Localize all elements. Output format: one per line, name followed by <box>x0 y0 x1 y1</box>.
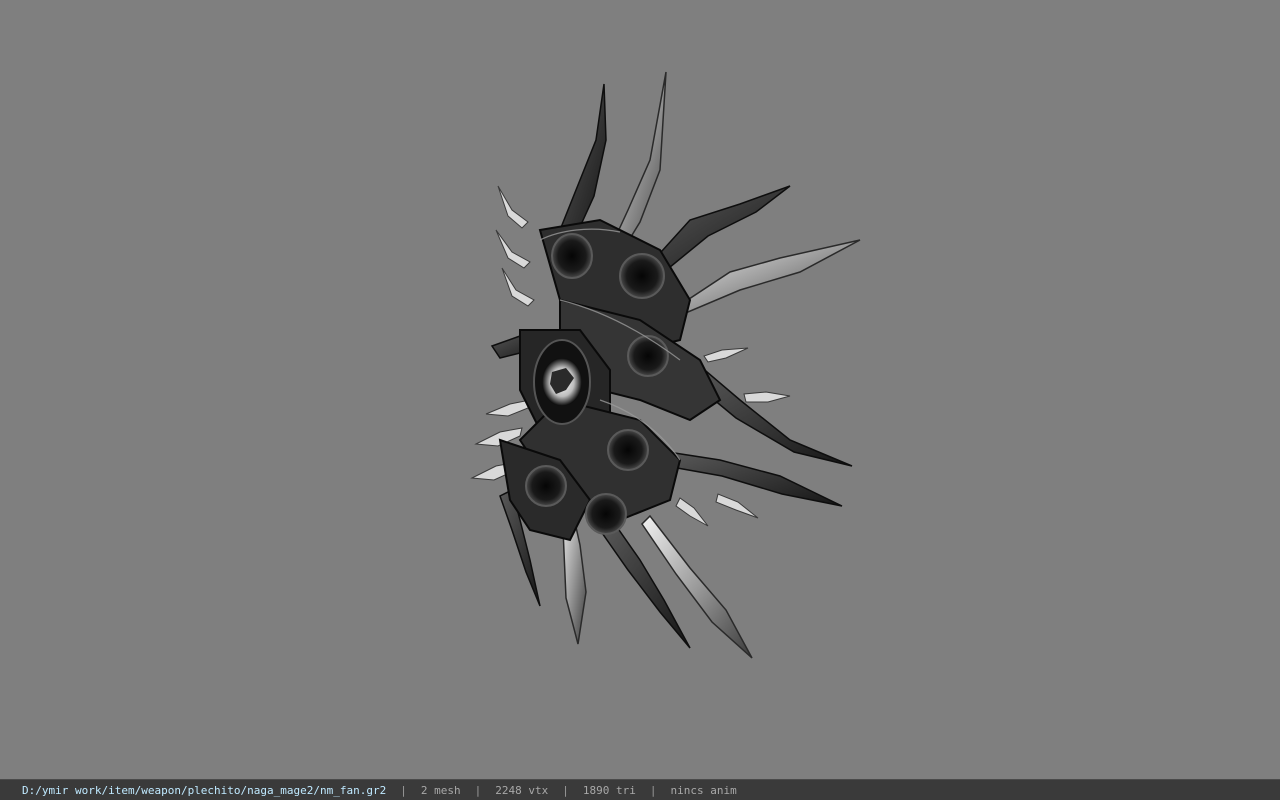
claw-4 <box>485 399 531 417</box>
separator: | <box>649 783 657 797</box>
horn-mid-right <box>688 364 853 467</box>
file-path: D:/ymir work/item/weapon/plechito/naga_m… <box>22 783 387 797</box>
mesh-count: 2 mesh <box>420 783 461 797</box>
horn-bottom <box>598 518 691 649</box>
horn-lower-right <box>665 451 843 507</box>
claw-2 <box>495 229 531 269</box>
claw-9 <box>715 493 759 519</box>
separator: | <box>562 783 569 797</box>
claw-1 <box>497 185 529 229</box>
claw-5 <box>474 427 523 447</box>
weapon-fan-model <box>470 71 861 659</box>
status-bar: D:/ymir work/item/weapon/plechito/naga_m… <box>0 779 1280 800</box>
separator: | <box>400 783 407 797</box>
3d-viewport[interactable] <box>0 0 1280 779</box>
animation-status: nincs anim <box>670 783 737 797</box>
claw-10 <box>675 497 709 527</box>
claw-7 <box>703 347 749 363</box>
triangle-count: 1890 tri <box>582 783 636 797</box>
vertex-count: 2248 vtx <box>495 783 549 797</box>
blade-right <box>678 239 861 313</box>
emblem <box>533 339 591 425</box>
claw-8 <box>743 391 791 403</box>
horn-top-right <box>650 185 791 273</box>
separator: | <box>474 783 482 797</box>
blade-bottom-right <box>641 514 753 659</box>
claw-3 <box>501 267 535 307</box>
horn-top <box>559 83 607 242</box>
